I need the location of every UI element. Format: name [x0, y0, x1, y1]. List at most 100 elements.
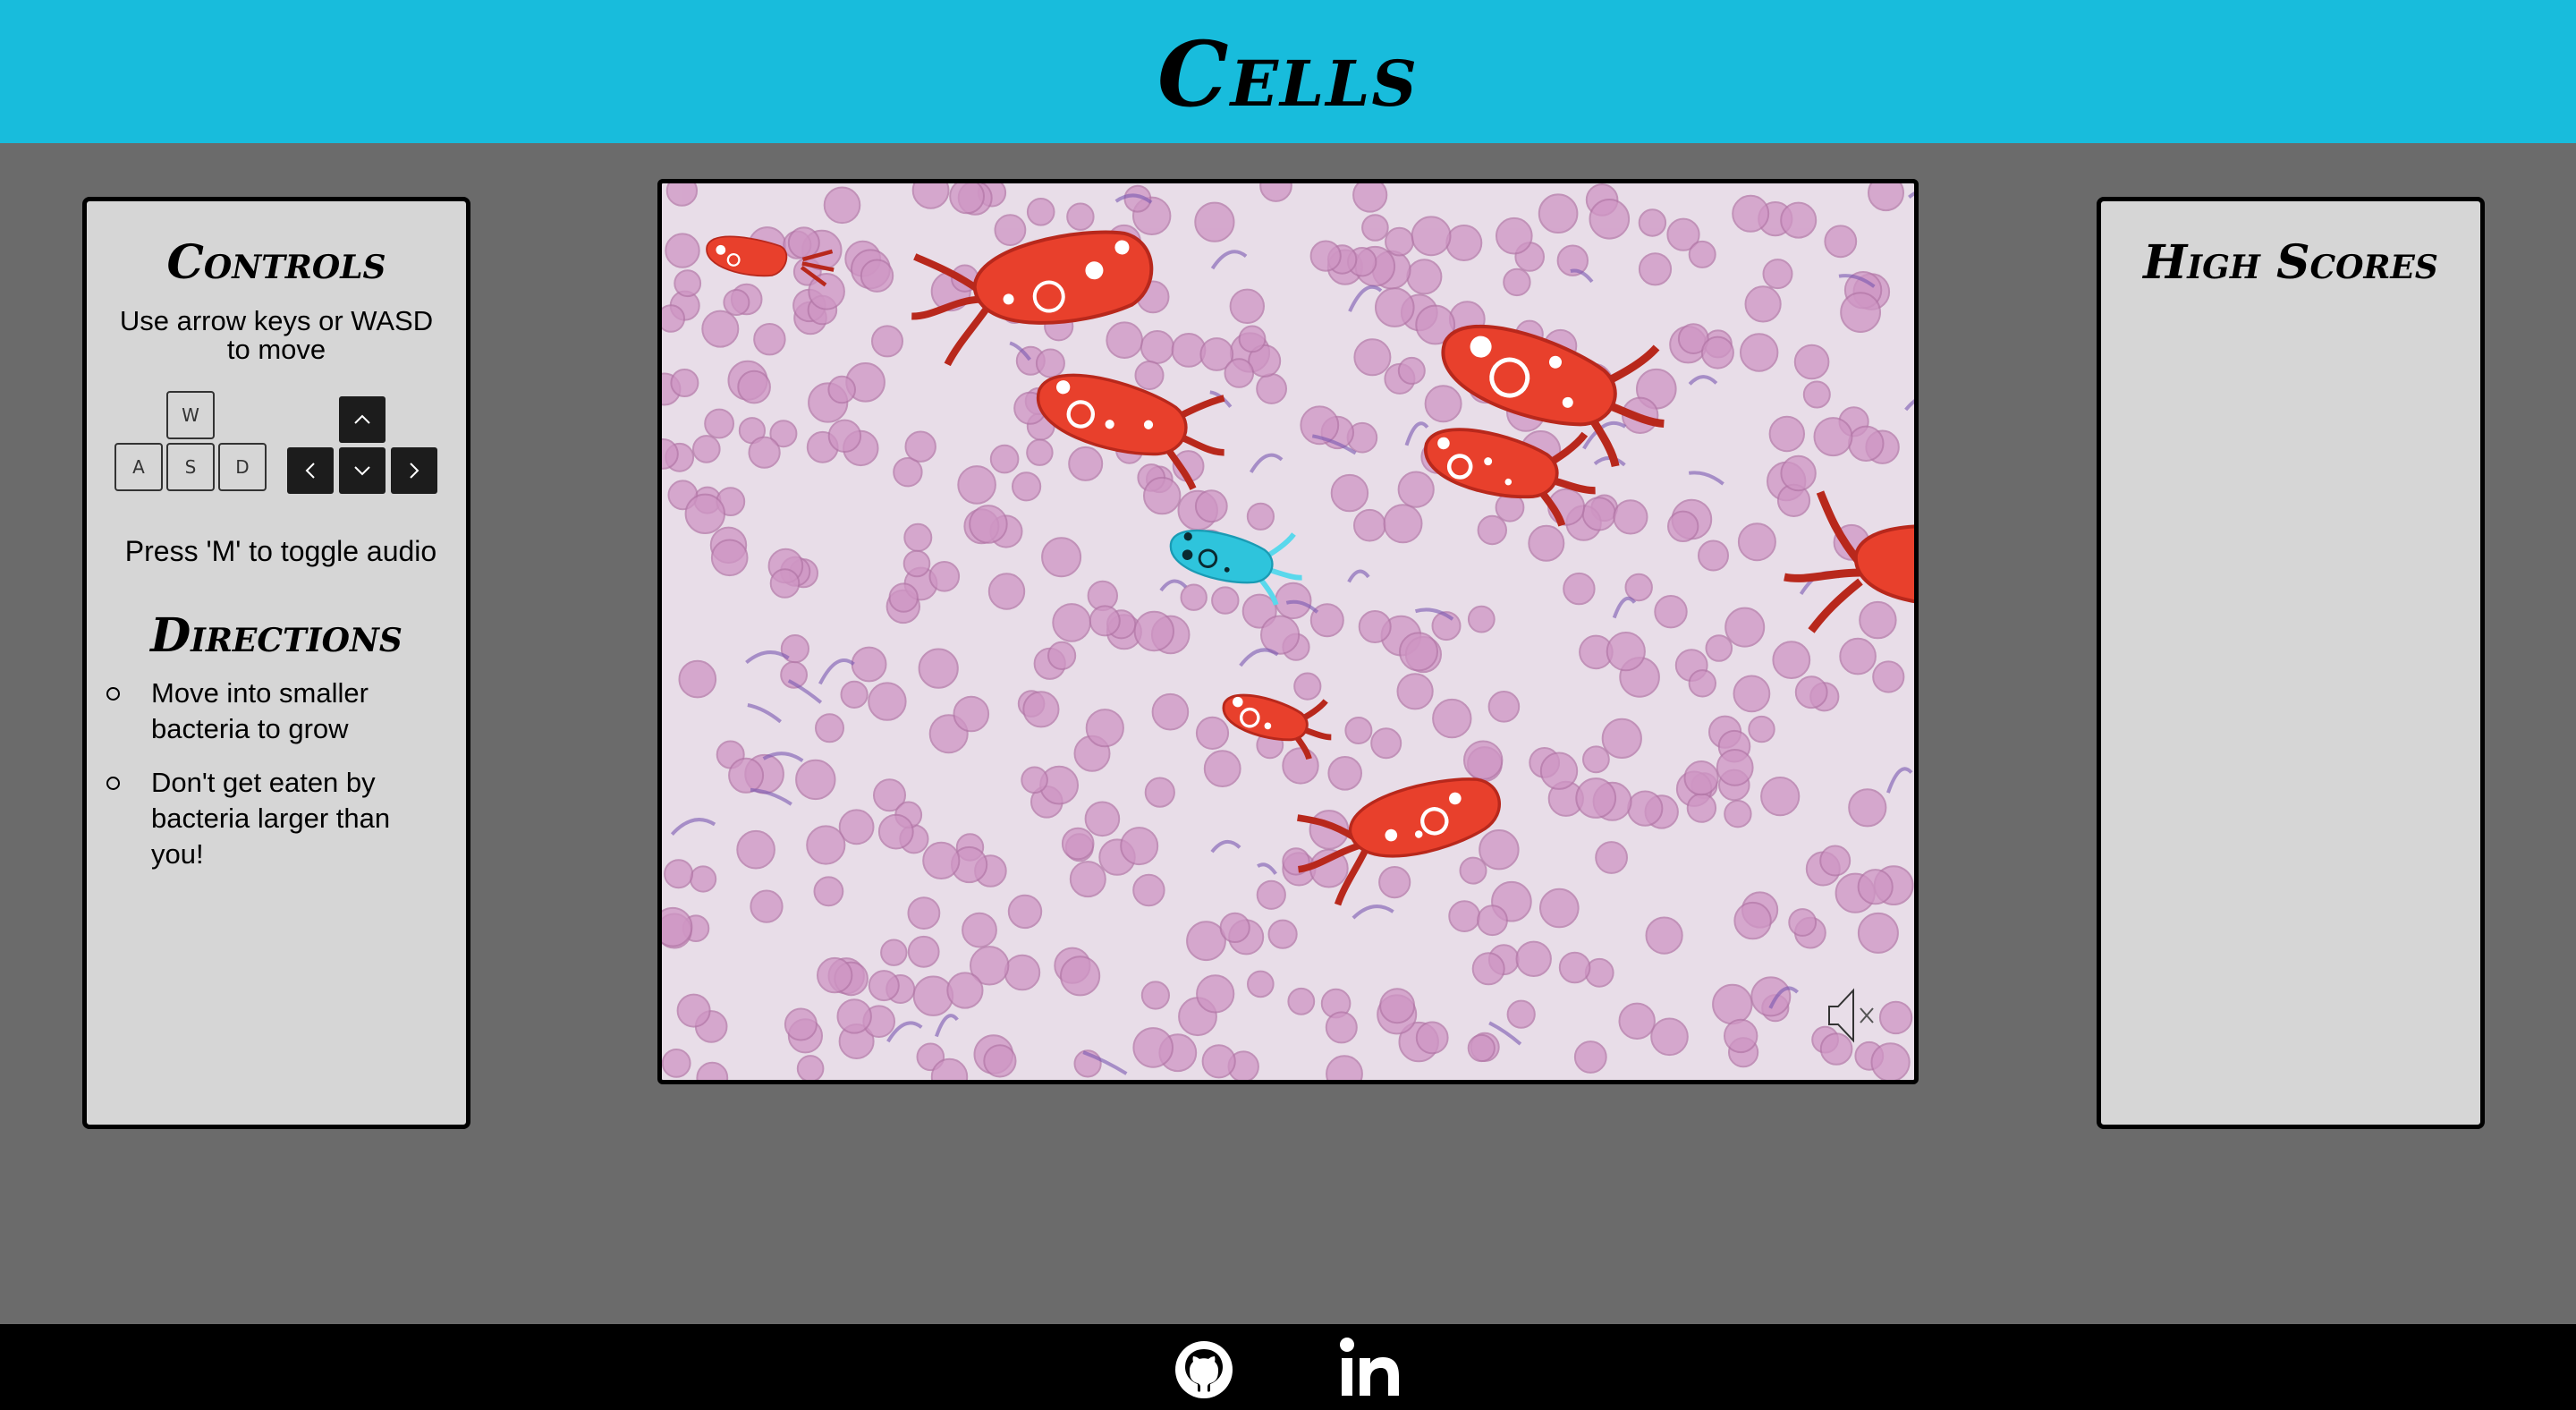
blood-cell	[1780, 201, 1818, 239]
blood-cell	[1415, 1021, 1449, 1055]
blood-cell	[1563, 572, 1596, 606]
blood-cell	[953, 695, 990, 733]
blood-cell	[665, 233, 700, 268]
blood-cell	[1397, 471, 1435, 508]
blood-cell	[994, 214, 1027, 246]
blood-cell	[736, 829, 775, 870]
blood-cell	[983, 1044, 1017, 1078]
blood-cell	[880, 939, 908, 966]
blood-cell	[662, 1049, 691, 1078]
blood-cell	[1256, 373, 1287, 404]
blood-cell	[1688, 669, 1717, 698]
blood-cell	[1724, 607, 1766, 648]
blood-cell	[907, 935, 940, 968]
blood-cell	[1477, 514, 1507, 546]
parasite	[745, 650, 790, 665]
parasite	[1257, 862, 1277, 875]
blood-cell	[1194, 201, 1235, 242]
blood-cell	[1819, 1032, 1853, 1066]
blood-cell	[922, 841, 961, 880]
blood-cell	[1287, 987, 1316, 1015]
blood-cell	[1344, 717, 1373, 744]
blood-cell	[701, 310, 740, 348]
blood-cell	[1589, 199, 1631, 240]
directions-list: Move into smaller bacteria to grow Don't…	[106, 675, 446, 890]
blood-cell	[1463, 740, 1504, 780]
blood-cell	[1132, 873, 1165, 907]
blood-cell	[1654, 595, 1688, 629]
blood-cell	[1186, 921, 1226, 962]
parasite	[670, 818, 716, 836]
move-instructions: Use arrow keys or WASD to move	[119, 305, 434, 365]
blood-cell	[1762, 259, 1793, 290]
blood-cell	[1471, 952, 1505, 986]
blood-cell	[1246, 502, 1275, 531]
parasite	[1347, 569, 1370, 583]
blood-cell	[1824, 225, 1858, 259]
blood-cell	[1238, 325, 1267, 353]
blood-cell	[1794, 675, 1828, 709]
blood-cell	[665, 183, 698, 207]
blood-cell	[1768, 415, 1806, 453]
arrow-down-key	[339, 447, 386, 494]
blood-cell	[1397, 356, 1426, 385]
blood-cell	[1445, 225, 1483, 261]
blood-cell	[1007, 894, 1043, 930]
blood-cell	[1084, 801, 1121, 837]
blood-cell	[1638, 208, 1667, 237]
blood-cell	[1035, 348, 1065, 378]
blood-cell	[1068, 446, 1104, 481]
blood-cell	[969, 505, 1008, 544]
direction-text: Don't get eaten by bacteria larger than …	[151, 767, 391, 870]
parasite	[818, 658, 855, 685]
key-w: W	[166, 391, 215, 439]
controls-panel: Controls Use arrow keys or WASD to move …	[82, 197, 470, 1129]
audio-instructions: Press 'M' to toggle audio	[124, 535, 437, 567]
blood-cell	[1740, 333, 1779, 372]
page-title: Cells	[1157, 21, 1419, 127]
blood-cell	[1066, 202, 1095, 231]
blood-cell	[1686, 793, 1717, 823]
directions-heading: Directions	[150, 608, 402, 663]
chevron-up-icon	[354, 414, 370, 424]
blood-cell	[911, 183, 950, 209]
blood-cell	[1282, 747, 1319, 785]
blood-cell	[1106, 321, 1144, 359]
blood-cell	[1601, 718, 1642, 760]
blood-cell	[1267, 919, 1298, 949]
blood-cell	[1133, 610, 1174, 652]
parasite	[747, 703, 782, 724]
bullet-icon	[106, 777, 120, 790]
parasite	[1239, 648, 1279, 667]
blood-cell	[704, 408, 734, 439]
github-icon[interactable]	[1174, 1340, 1233, 1399]
blood-cell	[1085, 709, 1124, 748]
blood-cell	[813, 876, 844, 907]
blood-cell	[1487, 691, 1521, 723]
blood-cell	[836, 998, 872, 1034]
game-frame[interactable]	[657, 179, 1919, 1084]
blood-cell	[1878, 1000, 1913, 1035]
list-item: Don't get eaten by bacteria larger than …	[106, 765, 446, 872]
blood-cell	[1857, 869, 1894, 905]
blood-cell	[1379, 988, 1416, 1024]
blood-cell	[1432, 698, 1472, 739]
blood-cell	[1370, 727, 1402, 760]
blood-cell	[1712, 983, 1753, 1025]
blood-cell	[1293, 672, 1322, 701]
controls-heading: Controls	[166, 235, 386, 290]
linkedin-icon[interactable]	[1340, 1337, 1401, 1397]
blood-cell	[1870, 1042, 1911, 1080]
blood-cell	[1750, 976, 1792, 1017]
parasite	[935, 1014, 959, 1038]
blood-cell	[1060, 956, 1101, 997]
blood-cell	[1411, 216, 1452, 257]
blood-cell	[1772, 641, 1811, 679]
game-canvas[interactable]	[662, 183, 1914, 1080]
blood-cell	[860, 259, 894, 293]
blood-cell	[1399, 632, 1438, 672]
blood-cell	[1558, 951, 1591, 984]
blood-cell	[1004, 954, 1041, 991]
blood-cell	[1683, 760, 1719, 796]
blood-cell	[1788, 908, 1818, 937]
